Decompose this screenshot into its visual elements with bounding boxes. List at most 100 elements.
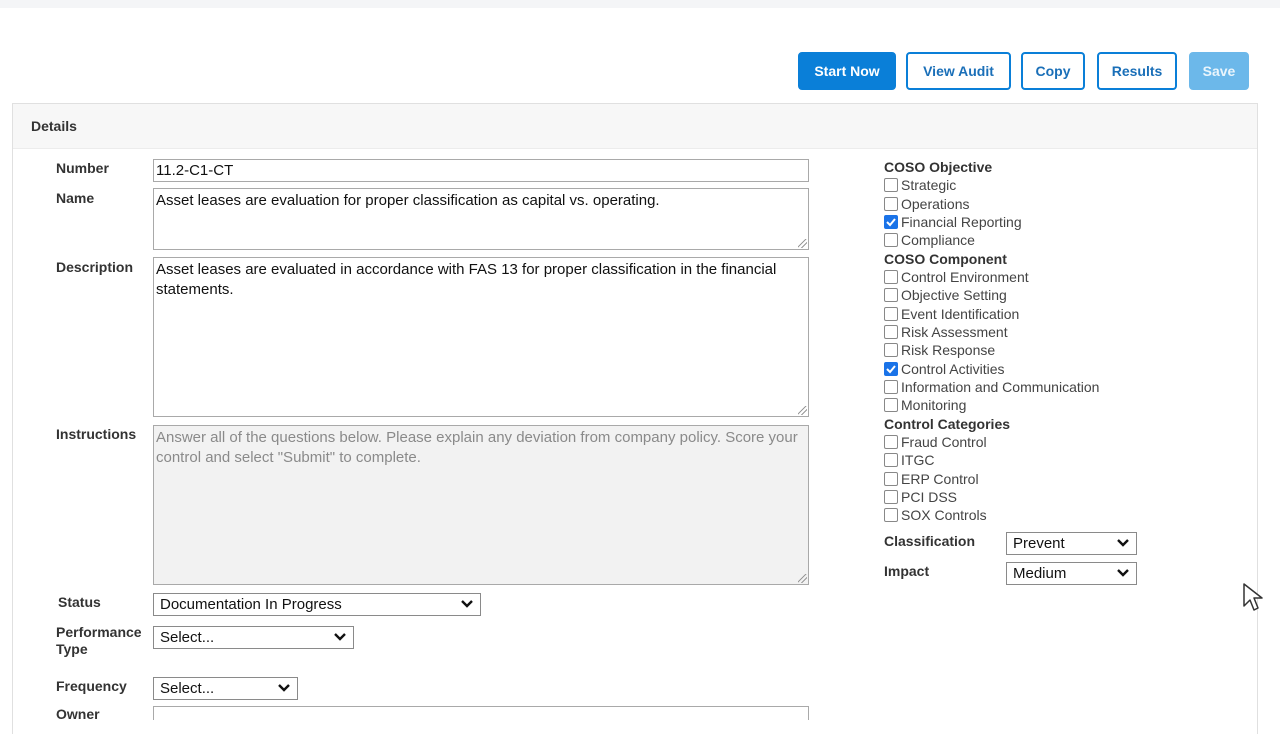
checkbox-row[interactable]: Compliance	[884, 231, 1264, 249]
checkbox[interactable]	[884, 196, 898, 211]
view-audit-button[interactable]: View Audit	[906, 52, 1011, 90]
chevron-down-icon	[334, 633, 346, 641]
checkbox[interactable]	[884, 508, 898, 523]
classification-column: COSO Objective Strategic Operations Fina…	[884, 158, 1264, 525]
checkbox-label: Risk Assessment	[901, 323, 1008, 340]
checkbox-row[interactable]: Event Identification	[884, 304, 1264, 322]
checkbox-label: ITGC	[901, 452, 935, 469]
status-value: Documentation In Progress	[160, 596, 342, 613]
checkbox-row[interactable]: Risk Assessment	[884, 323, 1264, 341]
checkbox-label: Operations	[901, 195, 970, 212]
check-icon	[886, 365, 896, 374]
chevron-down-icon	[1117, 569, 1129, 577]
checkbox-row[interactable]: Risk Response	[884, 341, 1264, 359]
resize-handle-icon[interactable]	[798, 239, 807, 248]
checkbox[interactable]	[884, 453, 898, 468]
number-label: Number	[56, 160, 109, 176]
chevron-down-icon	[278, 684, 290, 692]
details-heading: Details	[13, 104, 1257, 149]
checkbox-row[interactable]: Monitoring	[884, 396, 1264, 414]
instructions-label: Instructions	[56, 426, 137, 442]
checkbox-label: Monitoring	[901, 397, 967, 414]
name-label: Name	[56, 190, 95, 206]
performance-type-label-line2: Type	[56, 641, 88, 657]
checkbox[interactable]	[884, 288, 898, 303]
classification-select[interactable]: Prevent	[1006, 532, 1137, 555]
control-categories-title: Control Categories	[884, 415, 1011, 432]
check-icon	[886, 218, 896, 227]
checkbox[interactable]	[884, 490, 898, 505]
chevron-down-icon	[1117, 539, 1129, 547]
coso-component-list: Control Environment Objective Setting Ev…	[884, 268, 1264, 415]
impact-value: Medium	[1013, 565, 1067, 582]
status-label: Status	[58, 594, 101, 610]
checkbox[interactable]	[884, 398, 898, 413]
name-text: Asset leases are evaluation for proper c…	[156, 192, 660, 209]
checkbox[interactable]	[884, 343, 898, 358]
coso-component-title: COSO Component	[884, 250, 1007, 267]
checkbox[interactable]	[884, 178, 898, 193]
checkbox[interactable]	[884, 324, 898, 339]
frequency-select[interactable]: Select...	[153, 677, 298, 700]
checkbox-label: Compliance	[901, 232, 975, 249]
toolbar: Start Now View Audit Copy Results Save	[0, 52, 1280, 92]
checkbox[interactable]	[884, 471, 898, 486]
checkbox-row[interactable]: Control Environment	[884, 268, 1264, 286]
checkbox[interactable]	[884, 306, 898, 321]
top-strip	[0, 0, 1280, 8]
frequency-value: Select...	[160, 680, 215, 697]
checkbox-row[interactable]: SOX Controls	[884, 506, 1264, 524]
performance-type-value: Select...	[160, 629, 215, 646]
instructions-field: Answer all of the questions below. Pleas…	[153, 425, 809, 585]
classification-value: Prevent	[1013, 535, 1065, 552]
start-now-button[interactable]: Start Now	[798, 52, 896, 90]
checkbox-label: ERP Control	[901, 470, 979, 487]
name-field[interactable]: Asset leases are evaluation for proper c…	[153, 188, 809, 250]
performance-type-label-line1: Performance	[56, 624, 142, 640]
results-button[interactable]: Results	[1097, 52, 1177, 90]
frequency-label: Frequency	[56, 678, 127, 694]
checkbox-row[interactable]: Operations	[884, 194, 1264, 212]
coso-objective-list: Strategic Operations Financial Reporting…	[884, 176, 1264, 250]
owner-label: Owner	[56, 706, 100, 722]
instructions-text: Answer all of the questions below. Pleas…	[156, 429, 798, 466]
resize-handle-icon[interactable]	[798, 406, 807, 415]
description-label: Description	[56, 259, 134, 275]
status-select[interactable]: Documentation In Progress	[153, 593, 481, 616]
impact-select[interactable]: Medium	[1006, 562, 1137, 585]
checkbox-row[interactable]: Financial Reporting	[884, 213, 1264, 231]
owner-field[interactable]	[153, 706, 809, 720]
copy-button[interactable]: Copy	[1021, 52, 1085, 90]
checkbox-label: Control Activities	[901, 360, 1005, 377]
checkbox[interactable]	[884, 233, 898, 248]
checkbox-row[interactable]: Information and Communication	[884, 378, 1264, 396]
checkbox-label: Risk Response	[901, 342, 996, 359]
checkbox-row[interactable]: PCI DSS	[884, 488, 1264, 506]
classification-label: Classification	[884, 533, 976, 549]
checkbox-label: PCI DSS	[901, 489, 958, 506]
performance-type-select[interactable]: Select...	[153, 626, 354, 649]
checkbox-checked[interactable]	[884, 361, 898, 376]
checkbox-row[interactable]: Strategic	[884, 176, 1264, 194]
checkbox-label: Control Environment	[901, 268, 1029, 285]
checkbox-checked[interactable]	[884, 214, 898, 229]
number-field[interactable]: 11.2-C1-CT	[153, 159, 809, 182]
checkbox[interactable]	[884, 380, 898, 395]
checkbox[interactable]	[884, 269, 898, 284]
save-button[interactable]: Save	[1189, 52, 1249, 90]
checkbox-label: Strategic	[901, 177, 957, 194]
checkbox-label: Financial Reporting	[901, 213, 1022, 230]
resize-handle-icon	[798, 574, 807, 583]
mouse-cursor-icon	[1243, 583, 1263, 611]
checkbox-row[interactable]: ERP Control	[884, 469, 1264, 487]
checkbox-row[interactable]: Control Activities	[884, 360, 1264, 378]
checkbox-label: Event Identification	[901, 305, 1020, 322]
checkbox-label: Information and Communication	[901, 379, 1100, 396]
checkbox[interactable]	[884, 434, 898, 449]
impact-label: Impact	[884, 563, 930, 579]
checkbox-row[interactable]: Objective Setting	[884, 286, 1264, 304]
checkbox-row[interactable]: ITGC	[884, 451, 1264, 469]
checkbox-row[interactable]: Fraud Control	[884, 433, 1264, 451]
checkbox-label: SOX Controls	[901, 507, 987, 524]
description-field[interactable]: Asset leases are evaluated in accordance…	[153, 257, 809, 417]
